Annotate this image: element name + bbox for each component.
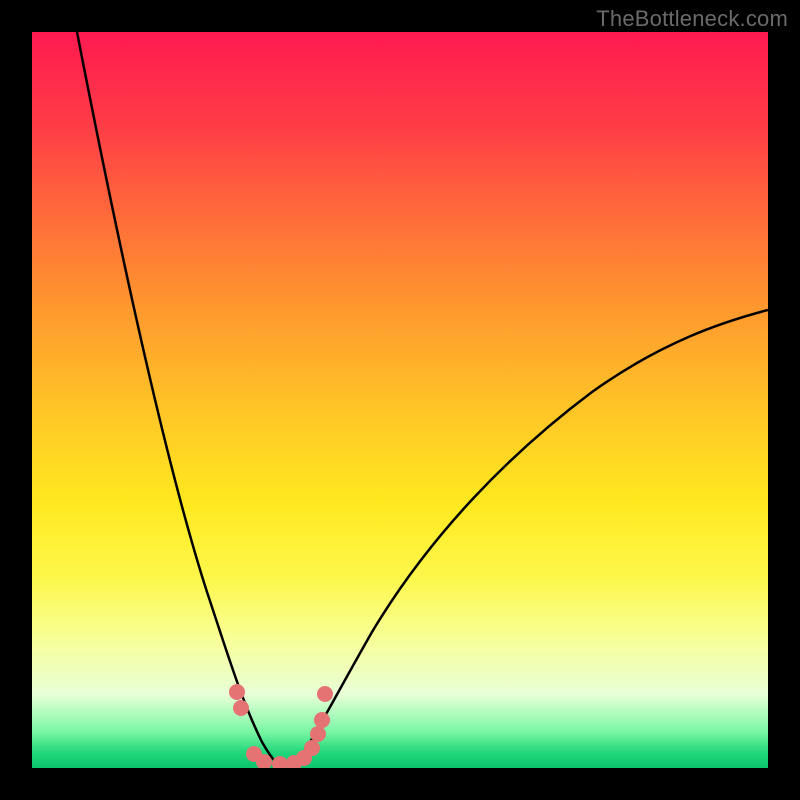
curve-left-branch xyxy=(77,32,282,768)
dots-near-minimum xyxy=(229,684,333,768)
curve-right-branch xyxy=(292,310,768,768)
chart-svg xyxy=(32,32,768,768)
chart-frame xyxy=(32,32,768,768)
watermark-text: TheBottleneck.com xyxy=(596,6,788,32)
